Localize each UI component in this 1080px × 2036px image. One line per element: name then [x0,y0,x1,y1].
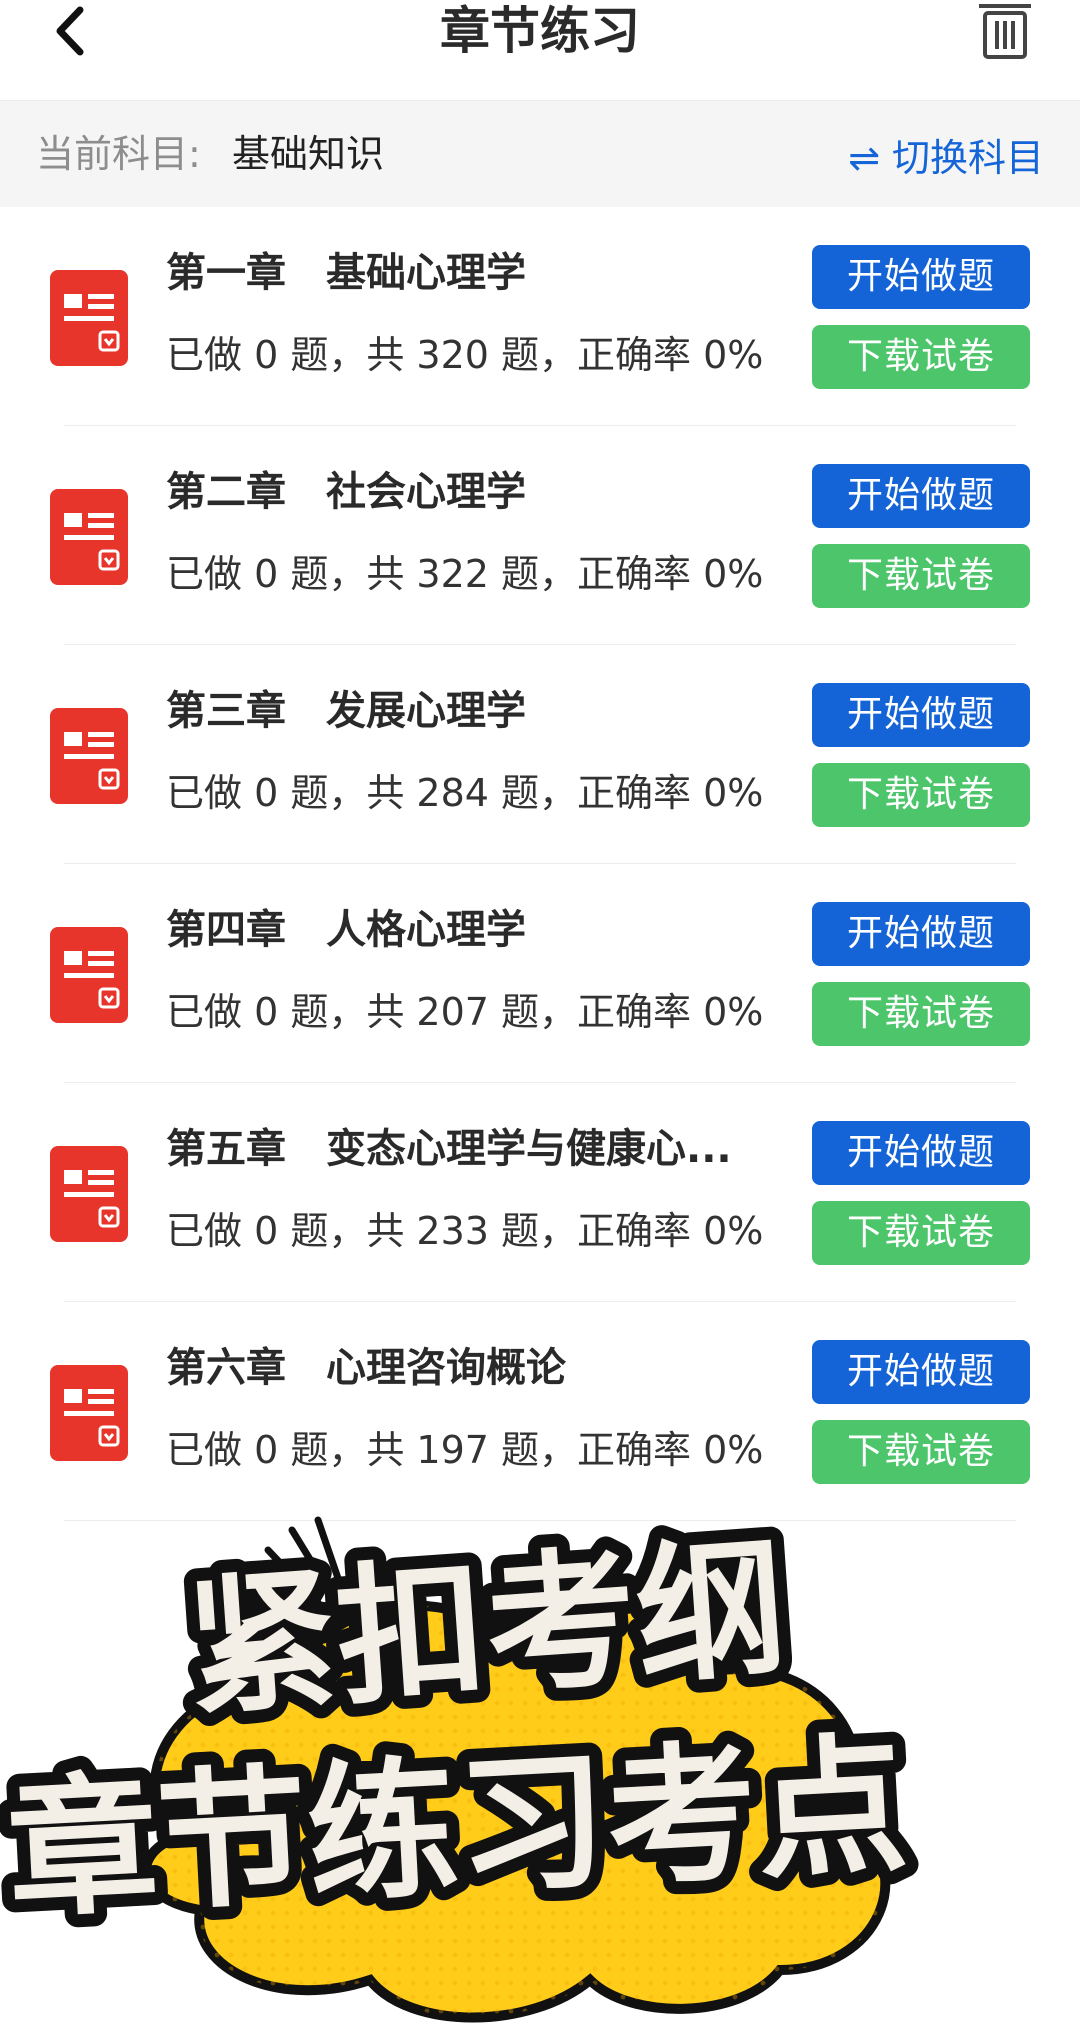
start-practice-button[interactable]: 开始做题 [812,464,1030,528]
start-practice-button[interactable]: 开始做题 [812,902,1030,966]
document-icon [50,1365,128,1461]
chapter-item[interactable]: 第六章 心理咨询概论 已做 0 题，共 197 题，正确率 0% 开始做题 下载… [0,1302,1080,1521]
switch-subject-label: ⇌ 切换科目 [848,135,1044,180]
promo-sticker: 紧扣考纲 紧扣考纲 章节练习考点 章节练习考点 [0,1508,924,2023]
start-practice-button[interactable]: 开始做题 [812,1121,1030,1185]
start-practice-button[interactable]: 开始做题 [812,1340,1030,1404]
chapter-list: 第一章 基础心理学 已做 0 题，共 320 题，正确率 0% 开始做题 下载试… [0,207,1080,1521]
trash-icon [979,4,1031,59]
chapter-stats: 已做 0 题，共 197 题，正确率 0% [166,1428,764,1472]
page-title: 章节练习 [440,2,640,60]
chapter-title: 第六章 心理咨询概论 [166,1345,566,1391]
download-paper-button[interactable]: 下载试卷 [812,325,1030,389]
document-icon [50,708,128,804]
chapter-item[interactable]: 第五章 变态心理学与健康心... 已做 0 题，共 233 题，正确率 0% 开… [0,1083,1080,1302]
start-practice-button[interactable]: 开始做题 [812,245,1030,309]
download-paper-button[interactable]: 下载试卷 [812,763,1030,827]
chapter-title: 第一章 基础心理学 [166,250,526,296]
header: 章节练习 [0,0,1080,101]
subject-bar: 当前科目: 基础知识 ⇌ 切换科目 [0,101,1080,207]
chapter-item[interactable]: 第二章 社会心理学 已做 0 题，共 322 题，正确率 0% 开始做题 下载试… [0,426,1080,645]
document-icon [50,1146,128,1242]
document-icon [50,489,128,585]
subject-value: 基础知识 [232,132,385,176]
download-paper-button[interactable]: 下载试卷 [812,1420,1030,1484]
chapter-stats: 已做 0 题，共 233 题，正确率 0% [166,1209,764,1253]
document-icon [50,270,128,366]
chapter-title: 第二章 社会心理学 [166,469,526,515]
subject-label: 当前科目: [36,132,201,176]
chapter-item[interactable]: 第一章 基础心理学 已做 0 题，共 320 题，正确率 0% 开始做题 下载试… [0,207,1080,426]
chapter-stats: 已做 0 题，共 320 题，正确率 0% [166,333,764,377]
chapter-item[interactable]: 第四章 人格心理学 已做 0 题，共 207 题，正确率 0% 开始做题 下载试… [0,864,1080,1083]
chapter-title: 第四章 人格心理学 [166,907,526,953]
chapter-stats: 已做 0 题，共 322 题，正确率 0% [166,552,764,596]
chapter-item[interactable]: 第三章 发展心理学 已做 0 题，共 284 题，正确率 0% 开始做题 下载试… [0,645,1080,864]
download-paper-button[interactable]: 下载试卷 [812,982,1030,1046]
switch-subject-button[interactable]: ⇌ 切换科目 [848,101,1044,207]
trash-button[interactable] [970,0,1040,62]
chapter-title: 第三章 发展心理学 [166,688,526,734]
document-icon [50,927,128,1023]
download-paper-button[interactable]: 下载试卷 [812,1201,1030,1265]
download-paper-button[interactable]: 下载试卷 [812,544,1030,608]
chapter-title: 第五章 变态心理学与健康心... [166,1126,732,1172]
chapter-stats: 已做 0 题，共 207 题，正确率 0% [166,990,764,1034]
chapter-stats: 已做 0 题，共 284 题，正确率 0% [166,771,764,815]
start-practice-button[interactable]: 开始做题 [812,683,1030,747]
